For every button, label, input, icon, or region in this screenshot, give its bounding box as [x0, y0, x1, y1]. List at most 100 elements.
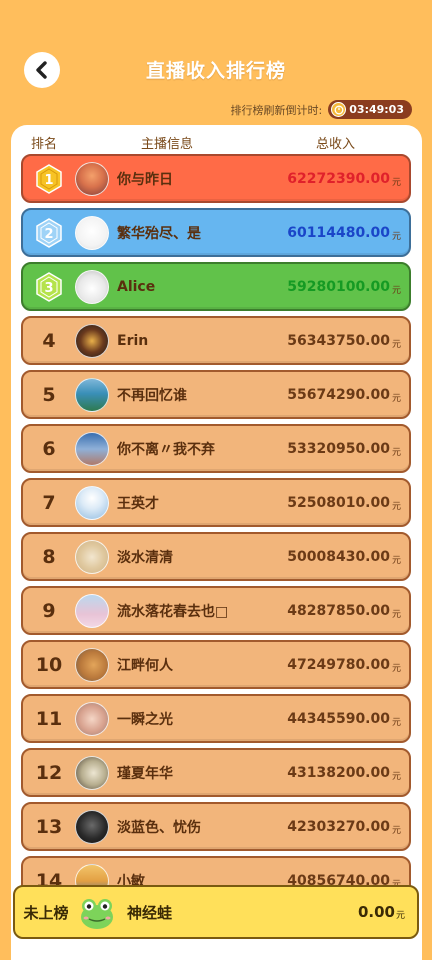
rank-number: 5 [42, 383, 56, 406]
page-title: 直播收入排行榜 [145, 60, 286, 82]
my-ranking-bar[interactable]: 未上榜 神经蛙 0.00 元 [13, 885, 419, 939]
host-name: 繁华殆尽、是 [117, 225, 201, 242]
income-amount: 42303270.00 [287, 818, 390, 835]
currency-unit: 元 [391, 717, 401, 728]
income-amount: 48287850.00 [287, 602, 390, 619]
avatar [75, 215, 109, 250]
ranking-row[interactable]: 13 淡蓝色、忧伤 42303270.00 元 [21, 802, 411, 851]
currency-unit: 元 [395, 911, 405, 921]
host-name: 你不离〃我不弃 [117, 441, 215, 458]
avatar [75, 269, 109, 304]
avatar [75, 593, 109, 628]
avatar [75, 377, 109, 412]
currency-unit: 元 [391, 285, 401, 296]
refresh-countdown: 排行榜刷新倒计时: 03:49:03 [231, 100, 412, 119]
host-name: 王英才 [117, 495, 159, 512]
ranking-row[interactable]: 12 瑾夏年华 43138200.00 元 [21, 748, 411, 797]
ranking-row[interactable]: 5 不再回忆谁 55674290.00 元 [21, 370, 411, 419]
ranking-row[interactable]: 9 流水落花春去也□ 48287850.00 元 [21, 586, 411, 635]
rank-number: 8 [42, 545, 56, 568]
host-name: 流水落花春去也□ [117, 603, 229, 620]
avatar [75, 701, 109, 736]
rank-number: 10 [35, 653, 63, 676]
ranking-row[interactable]: 8 淡水清清 50008430.00 元 [21, 532, 411, 581]
ranking-row[interactable]: 3 Alice 59280100.00 元 [21, 262, 411, 311]
column-rank: 排名 [31, 137, 58, 152]
frog-avatar-icon [81, 899, 113, 929]
ranking-panel: 排名 主播信息 总收入 1 你与昨日 62272390.00 元 2 繁华殆尽、… [11, 125, 422, 960]
currency-unit: 元 [391, 177, 401, 188]
income-amount: 60114480.00 [287, 224, 390, 241]
ranking-row[interactable]: 6 你不离〃我不弃 53320950.00 元 [21, 424, 411, 473]
currency-unit: 元 [391, 447, 401, 458]
income-amount: 59280100.00 [287, 278, 390, 295]
currency-unit: 元 [391, 555, 401, 566]
currency-unit: 元 [391, 231, 401, 242]
currency-unit: 元 [391, 501, 401, 512]
avatar [75, 809, 109, 844]
income-amount: 62272390.00 [287, 170, 390, 187]
avatar [75, 161, 109, 196]
currency-unit: 元 [391, 825, 401, 836]
host-name: 江畔何人 [117, 657, 173, 674]
host-name: 一瞬之光 [117, 711, 173, 728]
rank-number: 11 [35, 707, 63, 730]
column-host-info: 主播信息 [141, 137, 194, 152]
income-amount: 55674290.00 [287, 386, 390, 403]
stopwatch-icon [331, 102, 347, 117]
gold-medal-icon: 1 [23, 163, 75, 194]
ranking-row[interactable]: 2 繁华殆尽、是 60114480.00 元 [21, 208, 411, 257]
income-amount: 52508010.00 [287, 494, 390, 511]
column-headers: 排名 主播信息 总收入 [11, 133, 422, 153]
host-name: 淡水清清 [117, 549, 173, 566]
ranking-list: 1 你与昨日 62272390.00 元 2 繁华殆尽、是 60114480.0… [21, 154, 411, 910]
ranking-row[interactable]: 4 Erin 56343750.00 元 [21, 316, 411, 365]
svg-text:3: 3 [44, 281, 53, 296]
currency-unit: 元 [391, 609, 401, 620]
svg-text:2: 2 [44, 227, 53, 242]
rank-number: 4 [42, 329, 56, 352]
rank-number: 7 [42, 491, 56, 514]
countdown-label: 排行榜刷新倒计时: [230, 103, 323, 117]
avatar [75, 323, 109, 358]
avatar [75, 755, 109, 790]
silver-medal-icon: 2 [23, 217, 75, 248]
avatar [75, 539, 109, 574]
column-total-income: 总收入 [316, 137, 356, 152]
my-name: 神经蛙 [127, 903, 173, 922]
rank-number: 6 [42, 437, 56, 460]
income-amount: 47249780.00 [287, 656, 390, 673]
ranking-row[interactable]: 1 你与昨日 62272390.00 元 [21, 154, 411, 203]
currency-unit: 元 [391, 339, 401, 350]
avatar [75, 485, 109, 520]
ranking-row[interactable]: 7 王英才 52508010.00 元 [21, 478, 411, 527]
ranking-row[interactable]: 10 江畔何人 47249780.00 元 [21, 640, 411, 689]
my-rank-label: 未上榜 [23, 903, 69, 922]
income-amount: 43138200.00 [287, 764, 390, 781]
avatar [75, 647, 109, 682]
income-amount: 50008430.00 [287, 548, 390, 565]
countdown-value: 03:49:03 [349, 103, 404, 116]
currency-unit: 元 [391, 771, 401, 782]
currency-unit: 元 [391, 393, 401, 404]
ranking-row[interactable]: 11 一瞬之光 44345590.00 元 [21, 694, 411, 743]
bronze-medal-icon: 3 [23, 271, 75, 302]
income-amount: 53320950.00 [287, 440, 390, 457]
income-amount: 44345590.00 [287, 710, 390, 727]
svg-text:1: 1 [44, 173, 53, 188]
host-name: 淡蓝色、忧伤 [117, 819, 201, 836]
avatar [75, 431, 109, 466]
rank-number: 12 [35, 761, 63, 784]
rank-number: 9 [42, 599, 56, 622]
host-name: 你与昨日 [117, 171, 173, 188]
my-income-amount: 0.00 [357, 903, 395, 921]
currency-unit: 元 [391, 663, 401, 674]
host-name: 不再回忆谁 [117, 387, 187, 404]
host-name: Erin [117, 332, 149, 349]
income-amount: 56343750.00 [287, 332, 390, 349]
host-name: Alice [117, 278, 156, 295]
countdown-timer: 03:49:03 [328, 100, 412, 119]
host-name: 瑾夏年华 [117, 765, 173, 782]
rank-number: 13 [35, 815, 63, 838]
header: 直播收入排行榜 排行榜刷新倒计时: 03:49:03 [0, 0, 432, 119]
